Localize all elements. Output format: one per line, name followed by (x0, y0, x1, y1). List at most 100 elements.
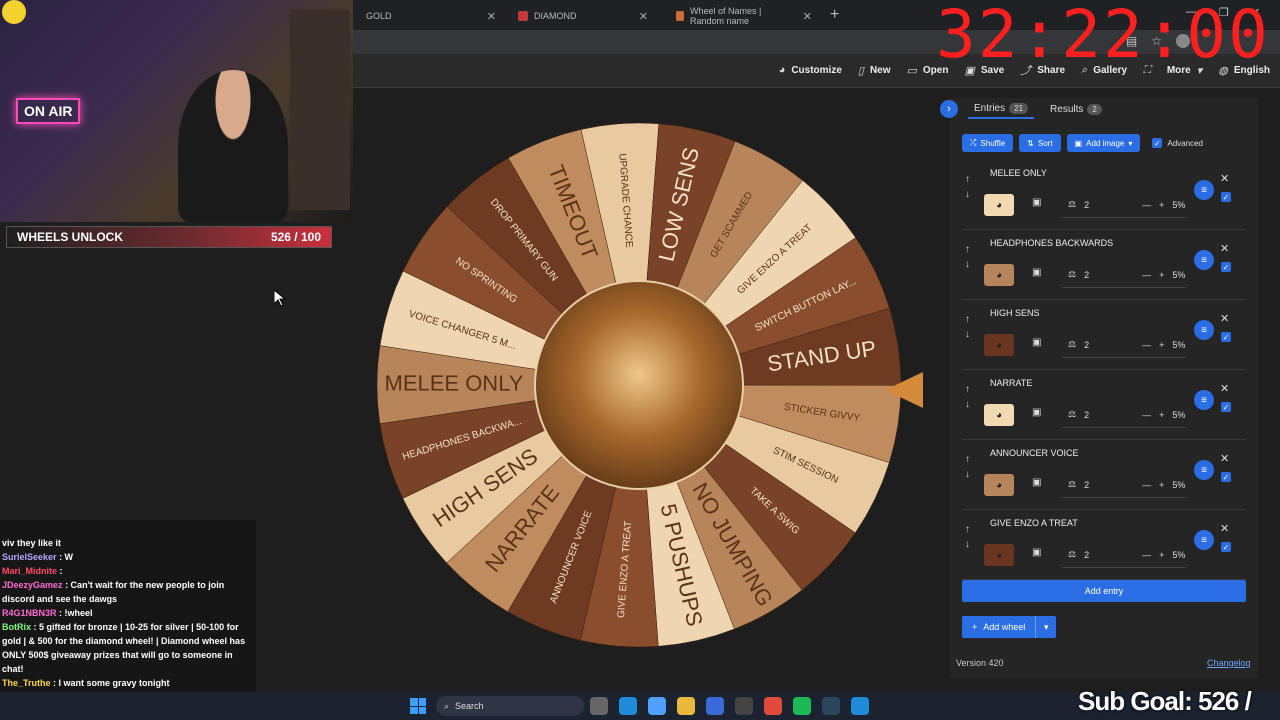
weight-field[interactable]: ⚖ 2 — +5% (1062, 192, 1186, 218)
add-entry-button[interactable]: Add entry (962, 580, 1246, 602)
arrow-up-icon[interactable]: ↑ (965, 524, 970, 535)
entry-name[interactable]: GIVE ENZO A TREAT (990, 518, 1078, 528)
settings-icon[interactable] (735, 697, 753, 715)
wheel-hub[interactable] (534, 280, 744, 490)
entry-name[interactable]: HIGH SENS (990, 308, 1040, 318)
chat-username[interactable]: R4G1NBN3R (2, 608, 57, 618)
entry-settings-icon[interactable]: ≡ (1194, 180, 1214, 200)
chat-username[interactable]: The_Truthe (2, 678, 51, 688)
tab-diamond[interactable]: DIAMOND ✕ (508, 4, 658, 28)
entry-settings-icon[interactable]: ≡ (1194, 250, 1214, 270)
close-icon[interactable]: ✕ (1220, 242, 1229, 255)
weight-value[interactable]: 2 (1084, 480, 1134, 490)
tab-gold[interactable]: GOLD ✕ (356, 4, 506, 28)
image-icon[interactable]: ▣ (1032, 547, 1041, 558)
entry-color-swatch[interactable]: ◕ (984, 404, 1014, 426)
weight-value[interactable]: 2 (1084, 270, 1134, 280)
tab-wheel-of-names[interactable]: Wheel of Names | Random name ✕ (666, 4, 822, 28)
shuffle-button[interactable]: ⤮ Shuffle (962, 134, 1014, 152)
advanced-toggle[interactable]: ✓ Advanced (1152, 138, 1203, 148)
plus-icon[interactable]: + (1159, 270, 1164, 280)
arrow-up-icon[interactable]: ↑ (965, 244, 970, 255)
spotify-icon[interactable] (793, 697, 811, 715)
entry-enabled-checkbox[interactable]: ✓ (1221, 542, 1231, 552)
arrow-down-icon[interactable]: ↓ (965, 189, 970, 200)
reorder-arrows[interactable]: ↑ ↓ (965, 454, 970, 480)
entry-settings-icon[interactable]: ≡ (1194, 530, 1214, 550)
reorder-arrows[interactable]: ↑ ↓ (965, 174, 970, 200)
collapse-panel-icon[interactable]: › (940, 100, 958, 118)
chrome-icon[interactable] (764, 697, 782, 715)
plus-icon[interactable]: + (1159, 410, 1164, 420)
reorder-arrows[interactable]: ↑ ↓ (965, 244, 970, 270)
close-icon[interactable]: ✕ (487, 10, 496, 23)
image-icon[interactable]: ▣ (1032, 197, 1041, 208)
new-button[interactable]: ▯ New (858, 64, 891, 77)
arrow-up-icon[interactable]: ↑ (965, 174, 970, 185)
chevron-down-icon[interactable]: ▾ (1036, 622, 1056, 633)
image-icon[interactable]: ▣ (1032, 407, 1041, 418)
copilot-icon[interactable] (648, 697, 666, 715)
plus-icon[interactable]: + (1159, 550, 1164, 560)
weight-value[interactable]: 2 (1084, 550, 1134, 560)
entry-color-swatch[interactable]: ◕ (984, 544, 1014, 566)
arrow-down-icon[interactable]: ↓ (965, 259, 970, 270)
new-tab-button[interactable]: + (830, 6, 839, 24)
close-icon[interactable]: ✕ (1220, 452, 1229, 465)
entry-enabled-checkbox[interactable]: ✓ (1221, 472, 1231, 482)
add-image-button[interactable]: ▣ Add image ▾ (1066, 134, 1141, 152)
arrow-up-icon[interactable]: ↑ (965, 384, 970, 395)
chat-username[interactable]: SurielSeeker (2, 552, 57, 562)
chat-username[interactable]: BotRix (2, 622, 31, 632)
weight-field[interactable]: ⚖ 2 — +5% (1062, 472, 1186, 498)
entry-color-swatch[interactable]: ◕ (984, 264, 1014, 286)
chat-username[interactable]: JDeezyGamez (2, 580, 63, 590)
customize-button[interactable]: ◕ Customize (779, 64, 842, 76)
entry-color-swatch[interactable]: ◕ (984, 474, 1014, 496)
tab-entries[interactable]: Entries 21 (968, 100, 1035, 119)
wheel-svg[interactable]: STAND UPSTICKER GIVVYSTIM SESSIONTAKE A … (374, 120, 904, 650)
close-icon[interactable]: ✕ (1220, 522, 1229, 535)
entry-name[interactable]: ANNOUNCER VOICE (990, 448, 1079, 458)
image-icon[interactable]: ▣ (1032, 267, 1041, 278)
entry-name[interactable]: MELEE ONLY (990, 168, 1047, 178)
minus-icon[interactable]: — (1142, 480, 1151, 490)
reorder-arrows[interactable]: ↑ ↓ (965, 384, 970, 410)
entry-color-swatch[interactable]: ◕ (984, 334, 1014, 356)
arrow-down-icon[interactable]: ↓ (965, 329, 970, 340)
image-icon[interactable]: ▣ (1032, 337, 1041, 348)
file-explorer-icon[interactable] (677, 697, 695, 715)
weight-field[interactable]: ⚖ 2 — +5% (1062, 332, 1186, 358)
close-icon[interactable]: ✕ (1220, 382, 1229, 395)
weight-value[interactable]: 2 (1084, 410, 1134, 420)
minus-icon[interactable]: — (1142, 340, 1151, 350)
entry-settings-icon[interactable]: ≡ (1194, 390, 1214, 410)
arrow-down-icon[interactable]: ↓ (965, 469, 970, 480)
steam-icon[interactable] (822, 697, 840, 715)
entry-settings-icon[interactable]: ≡ (1194, 320, 1214, 340)
taskbar-search[interactable]: ⌕ Search (436, 696, 584, 716)
entry-enabled-checkbox[interactable]: ✓ (1221, 402, 1231, 412)
arrow-down-icon[interactable]: ↓ (965, 539, 970, 550)
minus-icon[interactable]: — (1142, 410, 1151, 420)
windows-start-icon[interactable] (410, 698, 426, 714)
entry-enabled-checkbox[interactable]: ✓ (1221, 262, 1231, 272)
image-icon[interactable]: ▣ (1032, 477, 1041, 488)
reorder-arrows[interactable]: ↑ ↓ (965, 314, 970, 340)
close-icon[interactable]: ✕ (1220, 172, 1229, 185)
arrow-up-icon[interactable]: ↑ (965, 314, 970, 325)
sort-button[interactable]: ⇅ Sort (1019, 134, 1061, 152)
weight-field[interactable]: ⚖ 2 — +5% (1062, 262, 1186, 288)
edge-icon[interactable] (851, 697, 869, 715)
minus-icon[interactable]: — (1142, 200, 1151, 210)
chat-username[interactable]: Mari_Midnite (2, 566, 57, 576)
weight-value[interactable]: 2 (1084, 340, 1134, 350)
tab-results[interactable]: Results 2 (1044, 100, 1108, 119)
checkbox-icon[interactable]: ✓ (1152, 138, 1163, 148)
minus-icon[interactable]: — (1142, 270, 1151, 280)
edge-icon[interactable] (619, 697, 637, 715)
add-wheel-main[interactable]: + Add wheel (962, 616, 1037, 638)
entry-enabled-checkbox[interactable]: ✓ (1221, 192, 1231, 202)
task-view-icon[interactable] (590, 697, 608, 715)
arrow-down-icon[interactable]: ↓ (965, 399, 970, 410)
